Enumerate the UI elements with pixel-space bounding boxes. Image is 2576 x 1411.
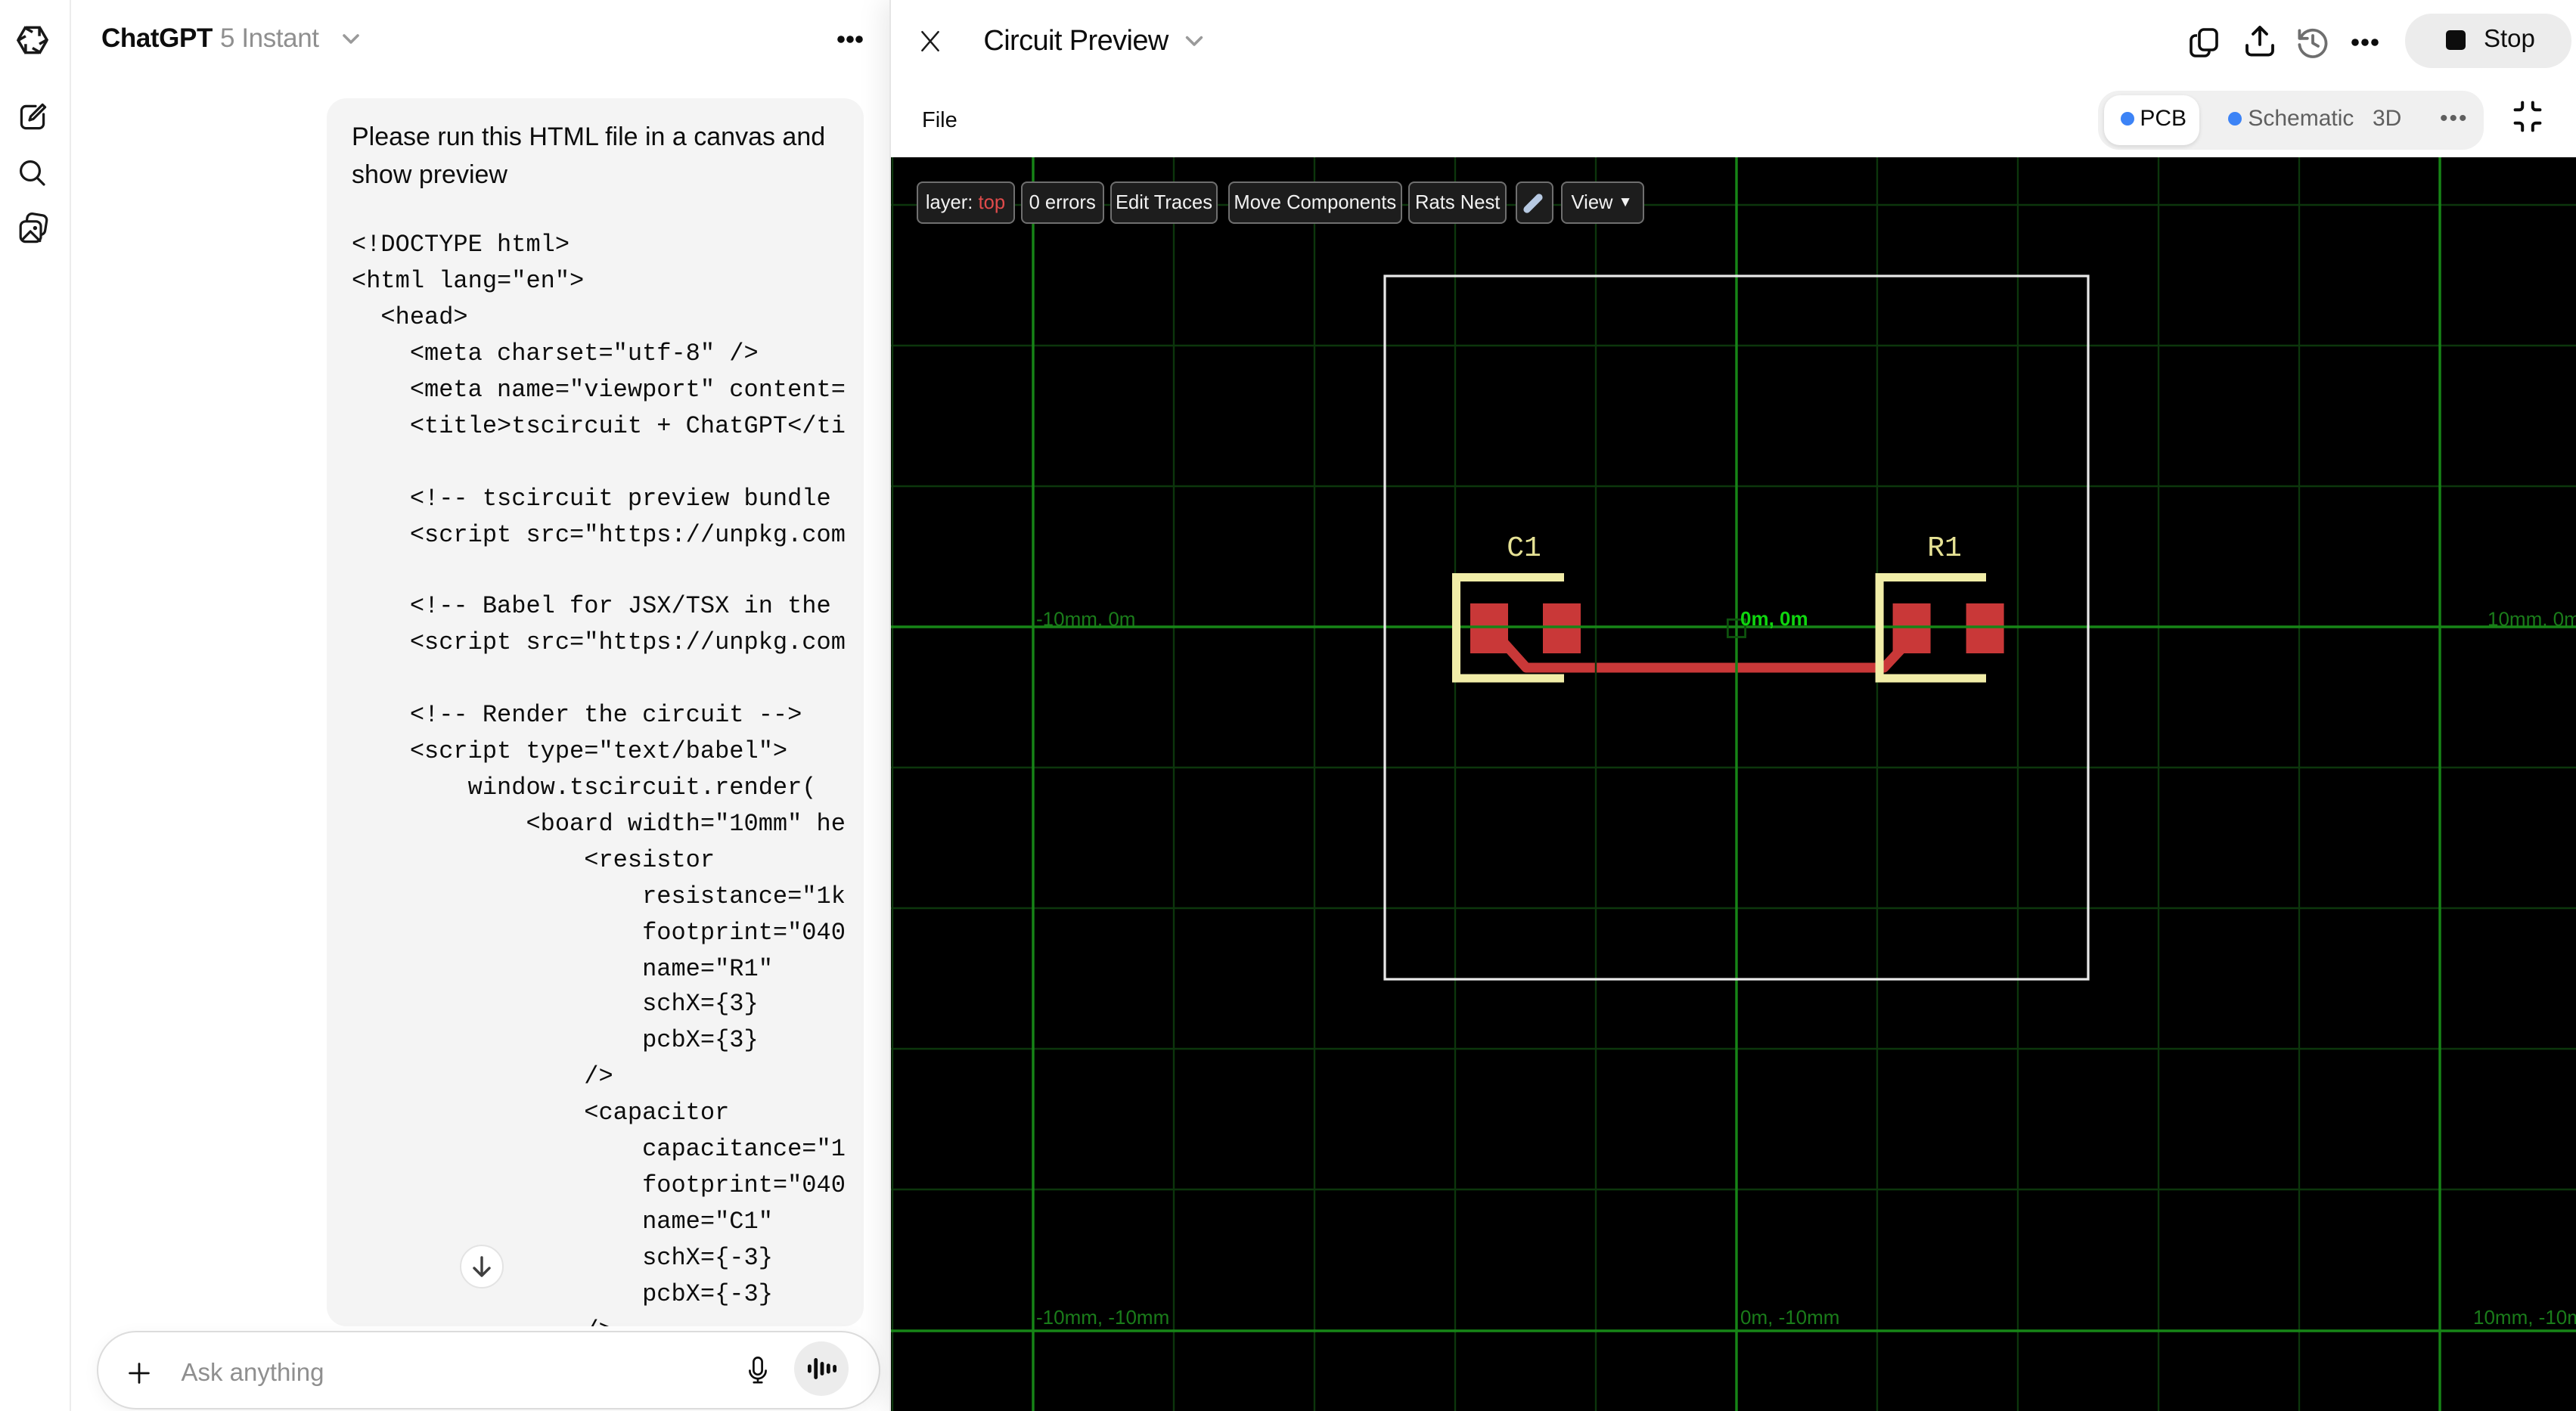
svg-text:C1: C1 — [1507, 532, 1541, 564]
svg-text:R1: R1 — [1927, 532, 1962, 564]
svg-text:-10mm, -10mm: -10mm, -10mm — [1036, 1305, 1169, 1328]
svg-text:10mm, 0m: 10mm, 0m — [2488, 607, 2576, 630]
svg-text:10mm, -10mm: 10mm, -10mm — [2473, 1305, 2576, 1328]
svg-text:0m, 0m: 0m, 0m — [1740, 606, 1808, 629]
svg-text:-10mm, 0m: -10mm, 0m — [1036, 607, 1135, 630]
svg-text:0m, -10mm: 0m, -10mm — [1740, 1305, 1839, 1328]
